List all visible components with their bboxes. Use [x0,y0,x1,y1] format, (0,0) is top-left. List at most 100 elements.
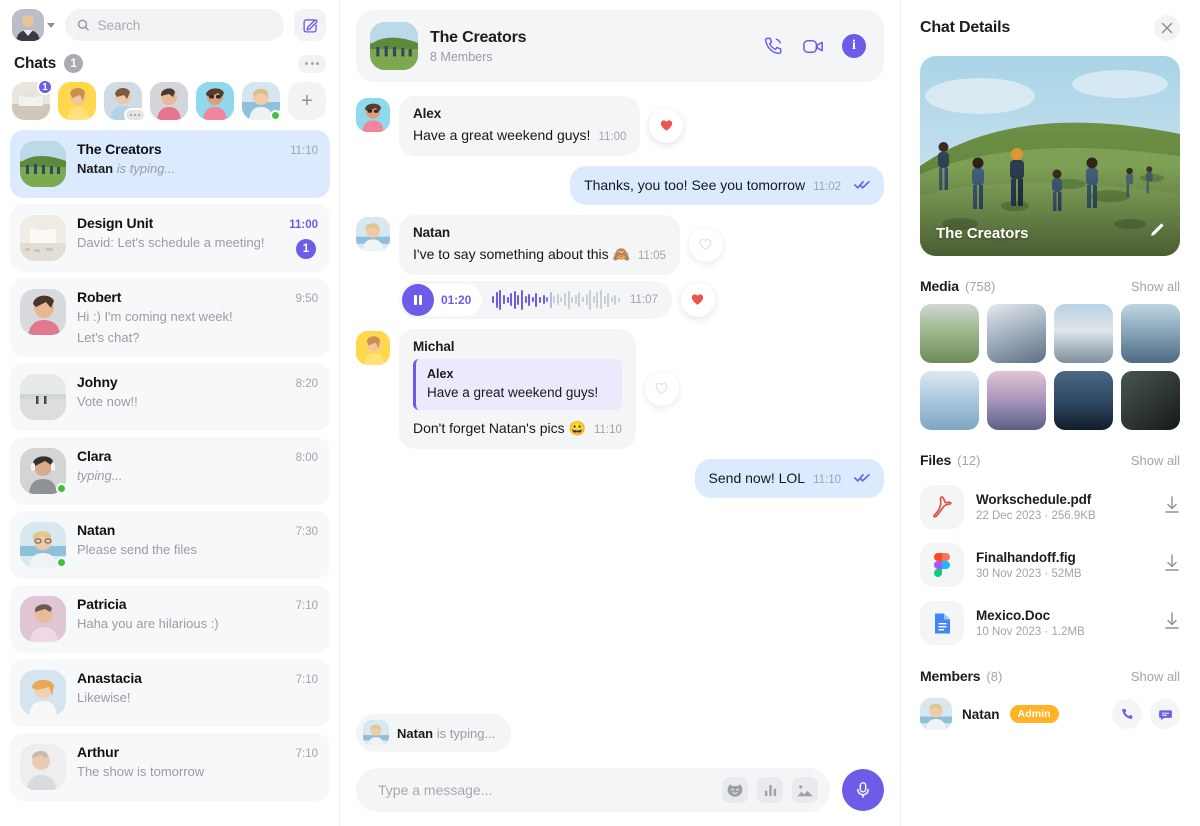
voice-play-pill[interactable]: 01:20 [402,283,483,316]
chat-preview: Likewise! [77,690,131,706]
chat-preview: The show is tomorrow [77,764,205,780]
video-camera-icon[interactable] [801,34,826,59]
user-photo [20,374,66,421]
media-grid [920,304,1180,430]
message-time: 11:10 [593,423,622,436]
compose-button[interactable] [294,9,326,41]
avatar[interactable] [356,98,390,132]
message-bubble[interactable]: Alex Have a great weekend guys! 11:00 [399,96,641,156]
profile-switcher[interactable] [12,9,55,41]
message-input[interactable] [378,782,713,798]
image-button[interactable] [792,777,818,803]
info-button[interactable]: i [842,34,866,58]
reaction-heart-filled[interactable] [680,282,715,317]
composer-input-container[interactable] [356,768,830,812]
files-show-all-link[interactable]: Show all [1131,453,1180,468]
chat-list-item-natan[interactable]: Natan 7:30 Please send the files [10,511,330,580]
avatar [20,374,66,421]
download-button[interactable] [1164,553,1180,577]
chat-name: Clara [77,448,112,465]
story-item[interactable] [58,82,96,120]
story-photo [196,82,234,120]
voice-message-bubble[interactable]: 01:20 11:07 [399,280,672,319]
file-row[interactable]: Workschedule.pdf 22 Dec 2023 · 256.9KB [920,478,1180,536]
chat-list-item-patricia[interactable]: Patricia 7:10 Haha you are hilarious :) [10,585,330,654]
media-show-all-link[interactable]: Show all [1131,279,1180,294]
story-item[interactable] [150,82,188,120]
member-message-button[interactable] [1150,699,1180,729]
quoted-text: Have a great weekend guys! [427,384,599,400]
search-container[interactable] [65,9,284,41]
heart-outline-icon [700,239,712,251]
messenger-app: Chats 1 1 [0,0,1200,826]
quoted-message[interactable]: Alex Have a great weekend guys! [413,358,622,410]
download-button[interactable] [1164,495,1180,519]
voice-duration: 01:20 [441,292,472,307]
avatar [20,596,66,643]
media-thumb[interactable] [1121,304,1180,363]
conversation-avatar[interactable] [370,22,418,70]
media-thumb[interactable] [920,304,979,363]
voice-time: 11:07 [629,293,658,306]
media-thumb[interactable] [1054,371,1113,430]
media-thumb[interactable] [1054,304,1113,363]
reaction-heart-filled[interactable] [649,108,684,143]
message-bubble[interactable]: Thanks, you too! See you tomorrow 11:02 [570,165,884,205]
chat-list-item-design-unit[interactable]: Design Unit 11:00 David: Let's schedule … [10,204,330,272]
message-bubble[interactable]: Michal Alex Have a great weekend guys! D… [399,328,636,449]
story-photo [150,82,188,120]
more-dots-icon [305,62,308,65]
sidebar: Chats 1 1 [0,0,340,826]
avatar[interactable] [356,330,390,365]
phone-call-icon[interactable] [762,35,785,58]
chat-list-item-clara[interactable]: Clara 8:00 typing... [10,437,330,506]
member-call-button[interactable] [1112,699,1142,729]
record-voice-button[interactable] [842,769,884,811]
sidebar-more-button[interactable] [298,54,326,73]
media-thumb[interactable] [987,304,1046,363]
conversation-header: The Creators 8 Members i [356,10,884,82]
chat-list-item-arthur[interactable]: Arthur 7:10 The show is tomorrow [10,733,330,802]
avatar[interactable] [920,698,952,730]
close-details-button[interactable] [1154,15,1180,41]
avatar[interactable] [12,9,44,41]
media-thumb[interactable] [920,371,979,430]
file-meta: 10 Nov 2023 · 1.2MB [976,626,1085,638]
chat-list-item-anastacia[interactable]: Anastacia 7:10 Likewise! [10,659,330,728]
poll-button[interactable] [757,777,783,803]
chat-list-item-robert[interactable]: Robert 9:50 Hi :) I'm coming next week! … [10,278,330,358]
chat-time: 8:00 [295,452,318,465]
chat-time: 7:10 [295,600,318,613]
reaction-heart-empty[interactable] [644,371,679,406]
media-thumb[interactable] [987,371,1046,430]
chevron-down-icon[interactable] [47,22,55,28]
member-row[interactable]: Natan Admin [920,694,1180,730]
avatar[interactable] [356,216,390,251]
edit-cover-button[interactable] [1148,221,1166,244]
download-button[interactable] [1164,611,1180,635]
reaction-heart-empty[interactable] [688,227,723,262]
media-thumb[interactable] [1121,371,1180,430]
group-photo [20,141,66,187]
story-item[interactable] [242,82,281,121]
read-receipt-icon [854,472,870,483]
members-show-all-link[interactable]: Show all [1131,669,1180,684]
chat-name: Robert [77,289,122,305]
chat-list-item-the-creators[interactable]: The Creators 11:10 Natan is typing... [10,130,330,198]
sticker-button[interactable] [722,777,748,803]
message-bubble[interactable]: Send now! LOL 11:10 [694,458,884,498]
story-item[interactable] [196,82,234,120]
group-cover-photo[interactable]: The Creators [920,56,1180,256]
voice-waveform[interactable] [492,289,620,311]
story-item[interactable]: 1 [12,79,53,120]
file-row[interactable]: Mexico.Doc 10 Nov 2023 · 1.2MB [920,594,1180,652]
sidebar-toolbar [0,0,340,41]
message-text-row: Send now! LOL 11:10 [709,469,870,488]
add-story-button[interactable]: + [288,82,326,120]
pause-button[interactable] [402,283,434,316]
chat-list-item-johny[interactable]: Johny 8:20 Vote now!! [10,363,330,432]
search-input[interactable] [97,17,272,33]
message-bubble[interactable]: Natan I've to say something about this 🙈… [399,214,680,275]
file-row[interactable]: Finalhandoff.fig 30 Nov 2023 · 52MB [920,536,1180,594]
story-item[interactable] [104,82,146,122]
